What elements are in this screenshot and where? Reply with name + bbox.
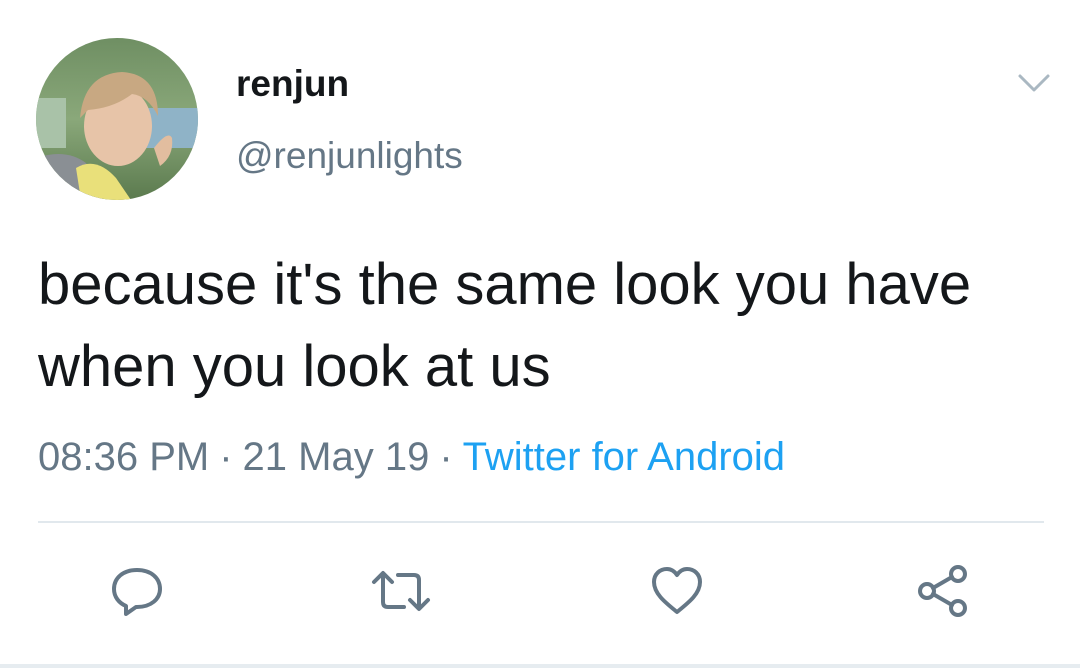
divider bbox=[38, 521, 1044, 523]
retweet-icon bbox=[372, 571, 430, 611]
share-button[interactable] bbox=[912, 560, 974, 622]
tweet-text: because it's the same look you have when… bbox=[38, 252, 972, 399]
retweet-button[interactable] bbox=[370, 560, 432, 622]
share-icon bbox=[918, 565, 967, 617]
reply-icon bbox=[112, 568, 162, 616]
chevron-down-icon[interactable] bbox=[1014, 66, 1054, 100]
display-name[interactable]: renjun bbox=[236, 60, 349, 108]
tweet-time: 08:36 PM bbox=[38, 435, 210, 479]
meta-separator: · bbox=[219, 435, 233, 479]
bottom-border bbox=[0, 664, 1080, 668]
avatar-image bbox=[36, 38, 198, 200]
tweet-card: renjun @renjunlights because it's the sa… bbox=[0, 0, 1080, 668]
tweet-source-link[interactable]: Twitter for Android bbox=[463, 435, 785, 479]
like-button[interactable] bbox=[646, 560, 708, 622]
heart-icon bbox=[652, 567, 702, 614]
meta-separator: · bbox=[439, 435, 453, 479]
tweet-date: 21 May 19 bbox=[242, 435, 430, 479]
user-handle[interactable]: @renjunlights bbox=[236, 132, 463, 180]
reply-button[interactable] bbox=[106, 560, 168, 622]
avatar[interactable] bbox=[36, 38, 198, 200]
tweet-metadata: 08:36 PM · 21 May 19 · Twitter for Android bbox=[38, 432, 785, 482]
